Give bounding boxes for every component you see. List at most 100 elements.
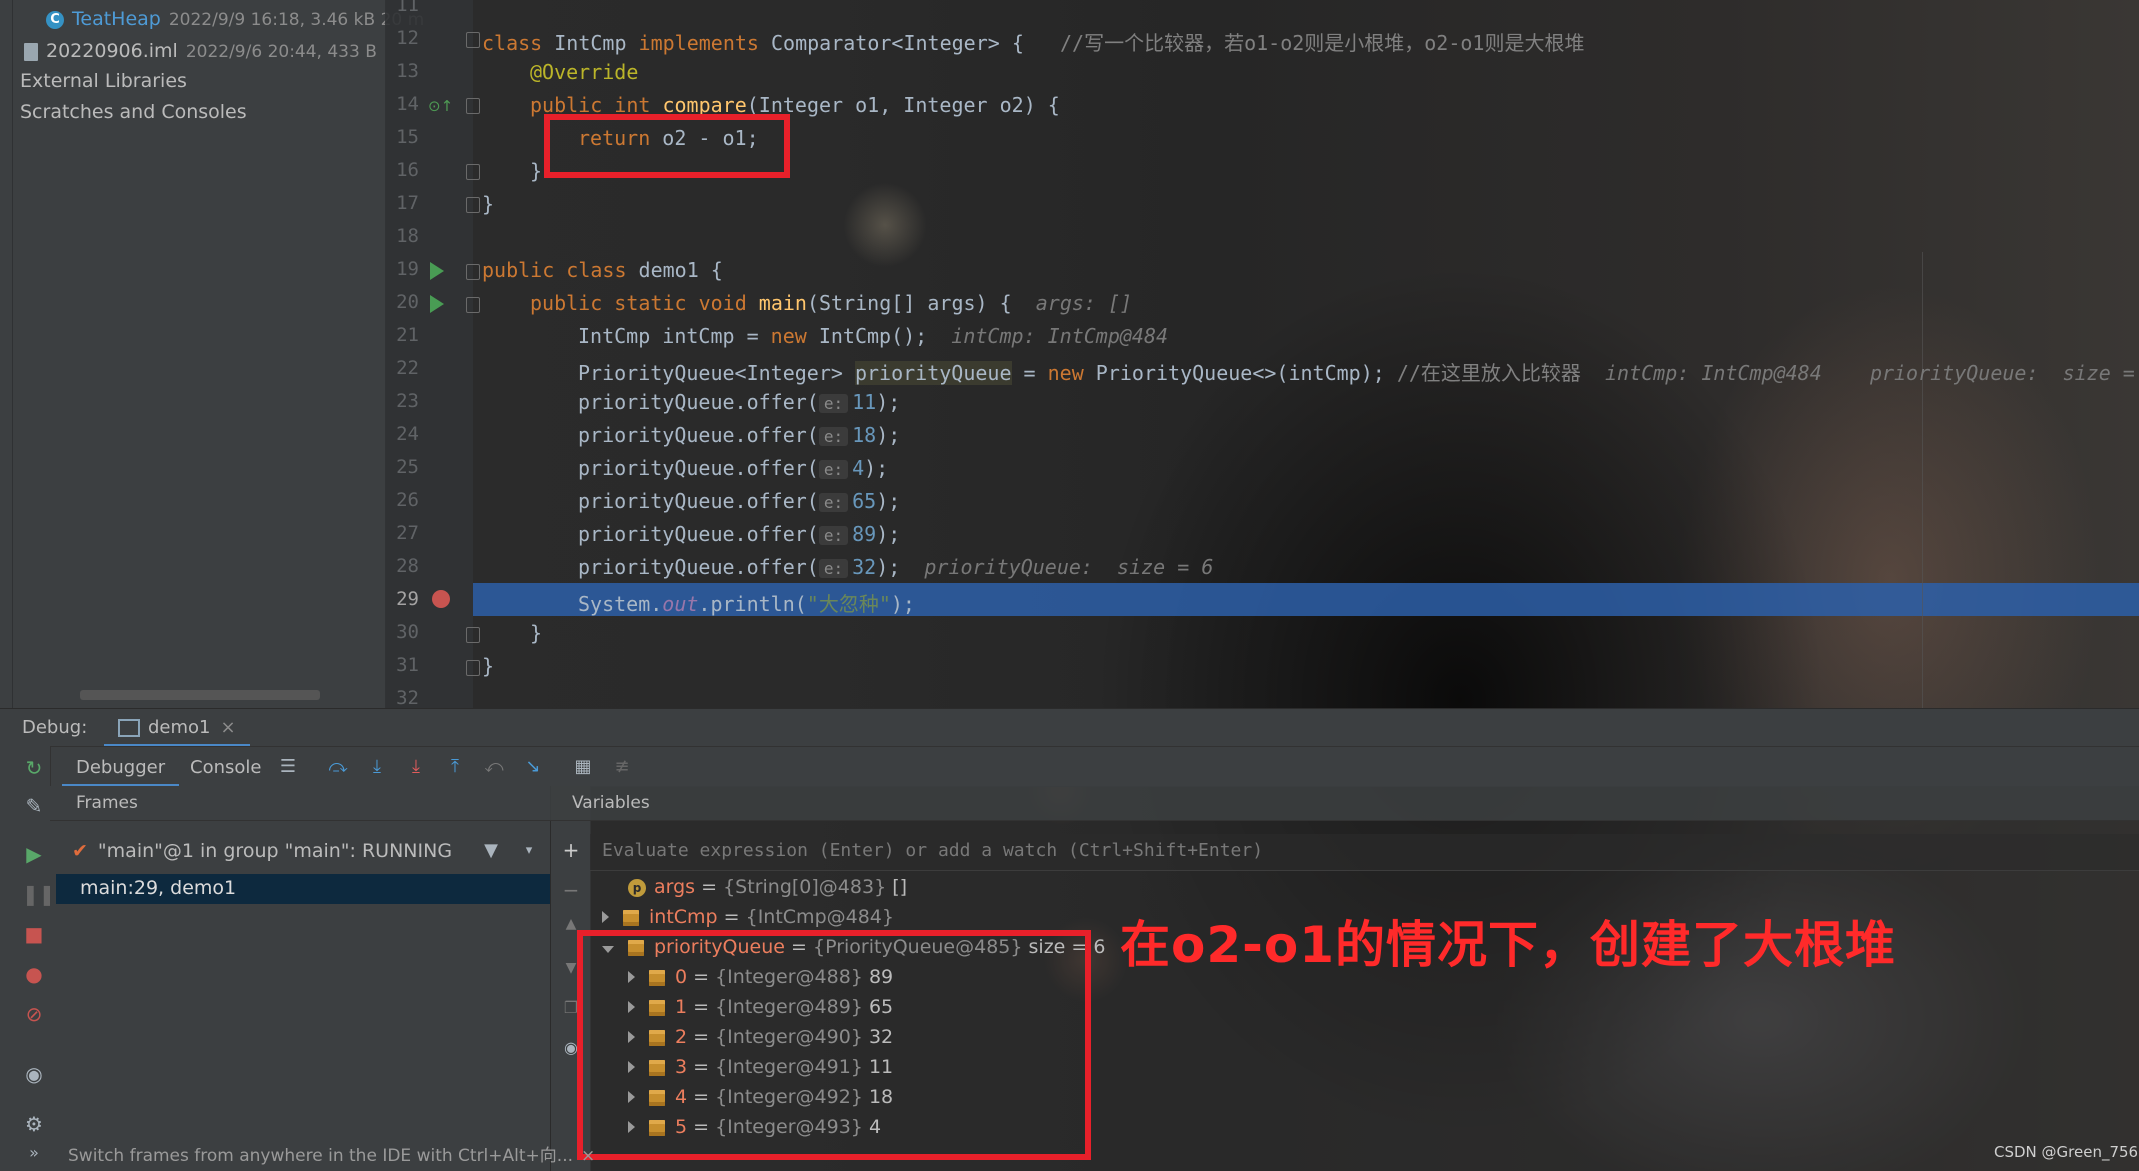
debug-header: Debug: demo1 × bbox=[0, 708, 2139, 747]
tree-item-scratches[interactable]: Scratches and Consoles bbox=[20, 101, 247, 123]
line-number: 20 bbox=[396, 291, 419, 313]
code-line-22[interactable]: PriorityQueue<Integer> priorityQueue = n… bbox=[578, 357, 2135, 386]
code-line-31[interactable]: } bbox=[482, 654, 494, 678]
tree-item-iml[interactable]: 20220906.iml 2022/9/6 20:44, 433 B bbox=[24, 40, 377, 62]
line-number: 28 bbox=[396, 555, 419, 577]
expand-icon[interactable] bbox=[602, 911, 609, 923]
queue-highlight-box bbox=[577, 930, 1091, 1160]
add-watch-icon[interactable]: + bbox=[559, 838, 583, 862]
stop-icon[interactable]: ■ bbox=[22, 922, 46, 946]
fold-icon[interactable] bbox=[466, 32, 480, 48]
step-over-icon[interactable]: ⤼ bbox=[327, 756, 349, 778]
line-number: 19 bbox=[396, 258, 419, 280]
override-marker-icon[interactable]: ⊙↑ bbox=[428, 97, 453, 115]
remove-watch-icon[interactable]: − bbox=[559, 878, 583, 902]
code-line-26[interactable]: priorityQueue.offer(e: 65); bbox=[578, 489, 900, 513]
return-highlight-box bbox=[544, 114, 790, 178]
code-line-17[interactable]: } bbox=[482, 192, 494, 216]
fold-icon[interactable] bbox=[466, 164, 480, 180]
console-icon bbox=[118, 719, 140, 737]
force-step-into-icon[interactable]: ⤓ bbox=[405, 756, 427, 778]
run-to-cursor-icon[interactable]: ↘ bbox=[522, 756, 544, 778]
mute-breakpoints-icon[interactable]: ⊘ bbox=[22, 1002, 46, 1026]
pause-icon[interactable]: ❚❚ bbox=[22, 882, 56, 906]
line-number: 26 bbox=[396, 489, 419, 511]
tree-item-teatheap[interactable]: C TeatHeap 2022/9/9 16:18, 3.46 kB 20 m bbox=[46, 8, 424, 30]
code-line-16[interactable]: } bbox=[530, 159, 542, 183]
more-icon[interactable]: » bbox=[22, 1141, 46, 1165]
settings-wrench-icon[interactable]: ✎ bbox=[22, 794, 46, 818]
step-into-icon[interactable]: ⤓ bbox=[366, 756, 388, 778]
variable-args[interactable]: p args = {String[0]@483} [] bbox=[628, 876, 907, 898]
fold-icon[interactable] bbox=[466, 264, 480, 280]
code-line-19[interactable]: public class demo1 { bbox=[482, 258, 723, 282]
code-line-20[interactable]: public static void main(String[] args) {… bbox=[530, 291, 1132, 315]
line-number: 30 bbox=[396, 621, 419, 643]
line-number: 25 bbox=[396, 456, 419, 478]
line-number: 32 bbox=[396, 687, 419, 709]
camera-icon[interactable]: ◉ bbox=[22, 1062, 46, 1086]
code-line-28[interactable]: priorityQueue.offer(e: 32); priorityQueue… bbox=[578, 555, 1213, 579]
resume-icon[interactable]: ▶ bbox=[22, 842, 46, 866]
line-number: 17 bbox=[396, 192, 419, 214]
evaluate-expression-input[interactable]: Evaluate expression (Enter) or add a wat… bbox=[590, 834, 2139, 871]
frames-title: Frames bbox=[76, 793, 138, 813]
close-icon[interactable]: × bbox=[581, 1146, 595, 1166]
parameter-icon: p bbox=[628, 878, 646, 897]
debug-session-tab[interactable]: demo1 × bbox=[104, 717, 250, 747]
line-number: 24 bbox=[396, 423, 419, 445]
tree-item-external-libraries[interactable]: External Libraries bbox=[20, 70, 187, 92]
frames-header: Frames bbox=[50, 786, 550, 821]
code-line-23[interactable]: priorityQueue.offer(e: 11); bbox=[578, 390, 900, 414]
evaluate-expression-icon[interactable]: ▦ bbox=[572, 756, 594, 778]
fold-icon[interactable] bbox=[466, 197, 480, 213]
fold-icon[interactable] bbox=[466, 98, 480, 114]
variables-title: Variables bbox=[572, 793, 650, 813]
tab-debugger[interactable]: Debugger bbox=[61, 757, 180, 787]
tab-console[interactable]: Console bbox=[190, 757, 261, 778]
variable-intcmp[interactable]: intCmp = {IntCmp@484} bbox=[602, 906, 894, 928]
chevron-down-icon[interactable]: ▾ bbox=[518, 840, 540, 862]
code-line-27[interactable]: priorityQueue.offer(e: 89); bbox=[578, 522, 900, 546]
line-number: 21 bbox=[396, 324, 419, 346]
code-line-30[interactable]: } bbox=[530, 621, 542, 645]
close-icon[interactable]: × bbox=[221, 717, 236, 738]
code-line-29[interactable]: System.out.println("大忽种"); bbox=[578, 588, 915, 617]
run-main-icon[interactable] bbox=[430, 295, 444, 313]
fold-icon[interactable] bbox=[466, 627, 480, 643]
code-line-24[interactable]: priorityQueue.offer(e: 18); bbox=[578, 423, 900, 447]
debug-toolbar: Debugger Console ☰ ⤼ ⤓ ⤓ ⤒ ⤺ ↘ ▦ ≢ bbox=[0, 746, 2139, 787]
show-execution-point-icon[interactable]: ☰ bbox=[277, 756, 299, 778]
rerun-icon[interactable]: ↻ bbox=[22, 756, 46, 780]
iml-file-icon bbox=[24, 42, 38, 61]
line-number: 29 bbox=[396, 588, 419, 610]
gear-icon[interactable]: ⚙ bbox=[22, 1112, 46, 1136]
right-margin-guide bbox=[1922, 252, 1923, 708]
view-breakpoints-icon[interactable]: ● bbox=[22, 962, 46, 986]
line-number: 11 bbox=[396, 0, 419, 16]
project-tool-window: C TeatHeap 2022/9/9 16:18, 3.46 kB 20 m 20… bbox=[0, 0, 424, 708]
frame-row-selected[interactable]: main:29, demo1 bbox=[56, 874, 550, 904]
step-out-icon[interactable]: ⤒ bbox=[444, 756, 466, 778]
line-number: 23 bbox=[396, 390, 419, 412]
line-number: 14 bbox=[396, 93, 419, 115]
trace-icon[interactable]: ≢ bbox=[611, 756, 633, 778]
run-class-icon[interactable] bbox=[430, 262, 444, 280]
java-class-icon: C bbox=[46, 10, 64, 29]
line-number: 12 bbox=[396, 27, 419, 49]
drop-frame-icon[interactable]: ⤺ bbox=[483, 756, 505, 778]
code-line-12[interactable]: class IntCmp implements Comparator<Integ… bbox=[482, 27, 1584, 56]
fold-icon[interactable] bbox=[466, 660, 480, 676]
thread-selector[interactable]: ✔ "main"@1 in group "main": RUNNING bbox=[72, 840, 452, 862]
thread-check-icon: ✔ bbox=[72, 840, 88, 862]
code-line-13[interactable]: @Override bbox=[530, 60, 638, 84]
breakpoint-icon[interactable] bbox=[432, 590, 450, 608]
fold-icon[interactable] bbox=[466, 297, 480, 313]
code-line-21[interactable]: IntCmp intCmp = new IntCmp(); intCmp: In… bbox=[578, 324, 1168, 348]
watermark: CSDN @Green_756 bbox=[1994, 1143, 2139, 1161]
status-tip: Switch frames from anywhere in the IDE w… bbox=[68, 1146, 596, 1166]
code-line-25[interactable]: priorityQueue.offer(e: 4); bbox=[578, 456, 888, 480]
filter-icon[interactable]: ▼ bbox=[480, 840, 502, 862]
line-number: 15 bbox=[396, 126, 419, 148]
horizontal-scrollbar[interactable] bbox=[80, 690, 320, 700]
